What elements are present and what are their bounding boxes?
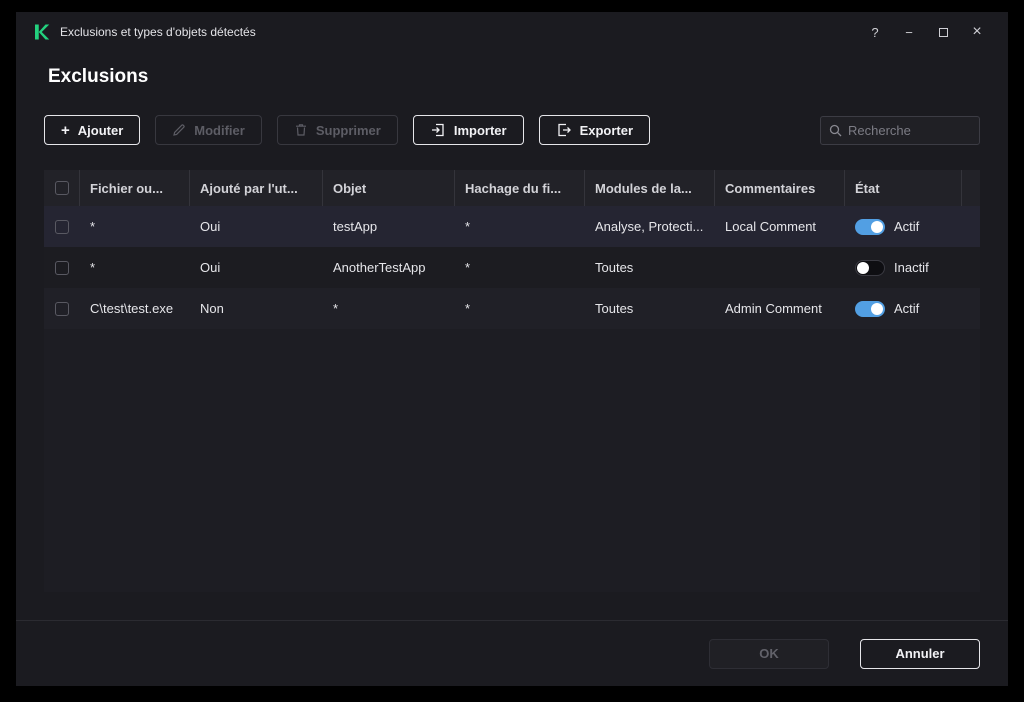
trash-icon xyxy=(295,124,306,136)
state-label: Actif xyxy=(894,219,920,234)
edit-button[interactable]: Modifier xyxy=(155,115,262,145)
exclusions-table: Fichier ou... Ajouté par l'ut... Objet H… xyxy=(44,170,980,592)
ok-button[interactable]: OK xyxy=(709,638,829,669)
exclusions-window: Exclusions et types d'objets détectés ? … xyxy=(16,12,1008,686)
cell-modules: Toutes xyxy=(595,260,634,275)
row-checkbox[interactable] xyxy=(55,219,69,234)
cell-hash: * xyxy=(465,260,471,275)
state-toggle[interactable] xyxy=(855,259,885,276)
pencil-icon xyxy=(173,124,185,136)
select-all-checkbox[interactable] xyxy=(54,181,69,195)
row-checkbox[interactable] xyxy=(55,260,69,275)
import-button-label: Importer xyxy=(453,122,507,138)
close-button[interactable]: × xyxy=(960,18,994,46)
add-button[interactable]: + Ajouter xyxy=(44,115,141,145)
search-box xyxy=(820,115,980,145)
cell-modules: Analyse, Protecti... xyxy=(595,219,704,234)
cell-file: * xyxy=(90,219,96,234)
search-input[interactable] xyxy=(848,122,971,138)
cell-added-by-user: Oui xyxy=(200,219,221,234)
export-button-label: Exporter xyxy=(579,122,634,138)
row-checkbox[interactable] xyxy=(55,301,69,316)
state-toggle[interactable] xyxy=(855,300,885,317)
add-button-label: Ajouter xyxy=(77,122,124,138)
cell-object: testApp xyxy=(333,219,378,234)
cell-file: * xyxy=(90,260,96,275)
edit-button-label: Modifier xyxy=(194,122,245,138)
help-button[interactable]: ? xyxy=(858,18,892,46)
title-bar: Exclusions et types d'objets détectés ? … xyxy=(16,12,1008,52)
table-row[interactable]: C\test\test.exe Non * * Toutes Admin Com… xyxy=(44,288,980,329)
export-icon xyxy=(557,123,571,137)
window-title: Exclusions et types d'objets détectés xyxy=(60,25,256,39)
column-header-added-by-user[interactable]: Ajouté par l'ut... xyxy=(190,170,323,206)
page-title: Exclusions xyxy=(48,66,149,87)
maximize-icon xyxy=(938,27,948,37)
cell-added-by-user: Non xyxy=(200,301,224,316)
toggle-knob xyxy=(857,261,869,274)
cell-added-by-user: Oui xyxy=(200,260,221,275)
cancel-button[interactable]: Annuler xyxy=(860,638,980,669)
column-header-file[interactable]: Fichier ou... xyxy=(80,170,190,206)
cell-hash: * xyxy=(465,219,471,234)
search-icon xyxy=(829,124,842,136)
maximize-button[interactable] xyxy=(926,18,960,46)
column-header-object[interactable]: Objet xyxy=(323,170,455,206)
cell-hash: * xyxy=(465,301,471,316)
import-button[interactable]: Importer xyxy=(412,115,524,145)
state-toggle[interactable] xyxy=(855,218,885,235)
toggle-knob xyxy=(871,302,883,315)
delete-button[interactable]: Supprimer xyxy=(276,115,398,145)
toggle-knob xyxy=(871,220,883,233)
table-row[interactable]: * Oui AnotherTestApp * Toutes Inactif xyxy=(44,247,980,288)
minimize-button[interactable]: − xyxy=(892,18,926,46)
toolbar: + Ajouter Modifier Supprimer Importer Ex… xyxy=(44,115,980,145)
state-label: Actif xyxy=(894,301,920,316)
cell-object: * xyxy=(333,301,339,316)
cell-comment: Local Comment xyxy=(725,219,817,234)
export-button[interactable]: Exporter xyxy=(538,115,651,145)
cell-comment: Admin Comment xyxy=(725,301,822,316)
cell-modules: Toutes xyxy=(595,301,634,316)
delete-button-label: Supprimer xyxy=(315,122,381,138)
main-content: Exclusions + Ajouter Modifier Supprimer xyxy=(16,52,1008,620)
cell-file: C\test\test.exe xyxy=(90,301,174,316)
column-header-comments[interactable]: Commentaires xyxy=(715,170,845,206)
kaspersky-logo-icon xyxy=(35,24,50,40)
column-header-state[interactable]: État xyxy=(845,170,962,206)
table-header-row: Fichier ou... Ajouté par l'ut... Objet H… xyxy=(44,170,980,206)
state-label: Inactif xyxy=(894,260,929,275)
column-header-hash[interactable]: Hachage du fi... xyxy=(455,170,585,206)
cell-object: AnotherTestApp xyxy=(333,260,426,275)
import-icon xyxy=(431,123,444,137)
plus-icon: + xyxy=(61,121,70,139)
table-row[interactable]: * Oui testApp * Analyse, Protecti... Loc… xyxy=(44,206,980,247)
footer: OK Annuler xyxy=(16,620,1008,686)
column-header-spacer xyxy=(962,170,982,206)
column-header-modules[interactable]: Modules de la... xyxy=(585,170,715,206)
